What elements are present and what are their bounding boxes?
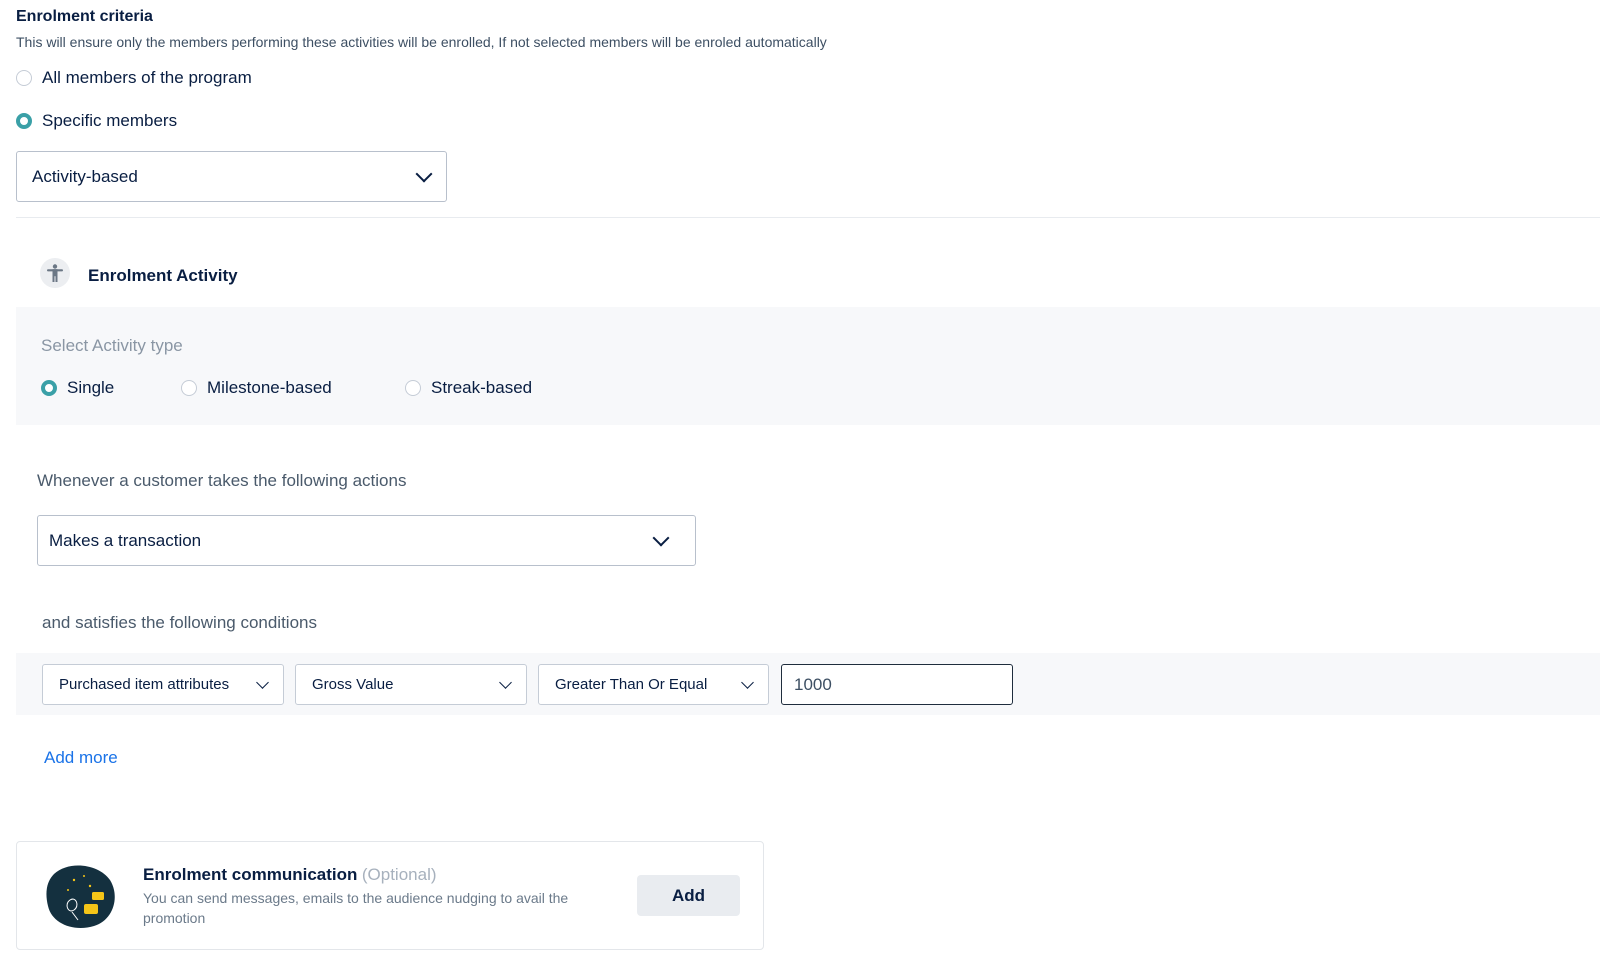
condition-attribute-select[interactable]: Purchased item attributes (42, 664, 284, 705)
radio-activity-streak[interactable]: Streak-based (405, 378, 532, 398)
chevron-down-icon (652, 529, 670, 546)
radio-unchecked-icon[interactable] (16, 70, 32, 86)
radio-label: All members of the program (42, 68, 252, 87)
chevron-down-icon (741, 675, 754, 689)
accessibility-person-icon (40, 258, 70, 288)
activity-type-panel (16, 307, 1600, 425)
chevron-down-icon (415, 165, 433, 182)
communication-title: Enrolment communication (143, 865, 358, 884)
condition-value-input[interactable] (781, 664, 1013, 705)
chevron-down-icon (256, 675, 269, 689)
add-more-link[interactable]: Add more (44, 748, 118, 768)
divider (16, 217, 1600, 218)
conditions-label: and satisfies the following conditions (42, 613, 317, 632)
enrolment-communication-card: Enrolment communication (Optional) You c… (16, 841, 764, 950)
radio-all-members[interactable]: All members of the program (16, 68, 252, 88)
radio-specific-members[interactable]: Specific members (16, 111, 177, 131)
radio-label: Specific members (42, 111, 178, 130)
condition-field-value: Gross Value (312, 676, 394, 693)
radio-label: Single (67, 378, 115, 397)
radio-checked-icon[interactable] (41, 380, 57, 396)
radio-unchecked-icon[interactable] (405, 380, 421, 396)
section-description: This will ensure only the members perfor… (16, 34, 827, 50)
actions-label: Whenever a customer takes the following … (37, 471, 407, 490)
action-value: Makes a transaction (49, 530, 202, 550)
activity-type-label: Select Activity type (41, 336, 183, 355)
communication-illustration-icon (44, 862, 118, 930)
communication-description: You can send messages, emails to the aud… (143, 890, 569, 926)
radio-label: Milestone-based (207, 378, 332, 397)
radio-activity-milestone[interactable]: Milestone-based (181, 378, 332, 398)
radio-checked-icon[interactable] (16, 113, 32, 129)
optional-tag: (Optional) (361, 865, 437, 884)
communication-heading: Enrolment communication (Optional) (143, 865, 437, 885)
chevron-down-icon (499, 675, 512, 689)
condition-attribute-value: Purchased item attributes (59, 676, 230, 693)
condition-operator-value: Greater Than Or Equal (555, 676, 708, 693)
add-communication-button[interactable]: Add (637, 875, 740, 916)
criteria-type-value: Activity-based (32, 166, 138, 186)
radio-activity-single[interactable]: Single (41, 378, 114, 398)
section-title: Enrolment criteria (16, 8, 153, 25)
radio-unchecked-icon[interactable] (181, 380, 197, 396)
radio-label: Streak-based (431, 378, 533, 397)
action-select[interactable]: Makes a transaction (37, 515, 696, 566)
condition-field-select[interactable]: Gross Value (295, 664, 527, 705)
condition-operator-select[interactable]: Greater Than Or Equal (538, 664, 769, 705)
enrolment-activity-title: Enrolment Activity (88, 266, 238, 285)
criteria-type-select[interactable]: Activity-based (16, 151, 447, 202)
